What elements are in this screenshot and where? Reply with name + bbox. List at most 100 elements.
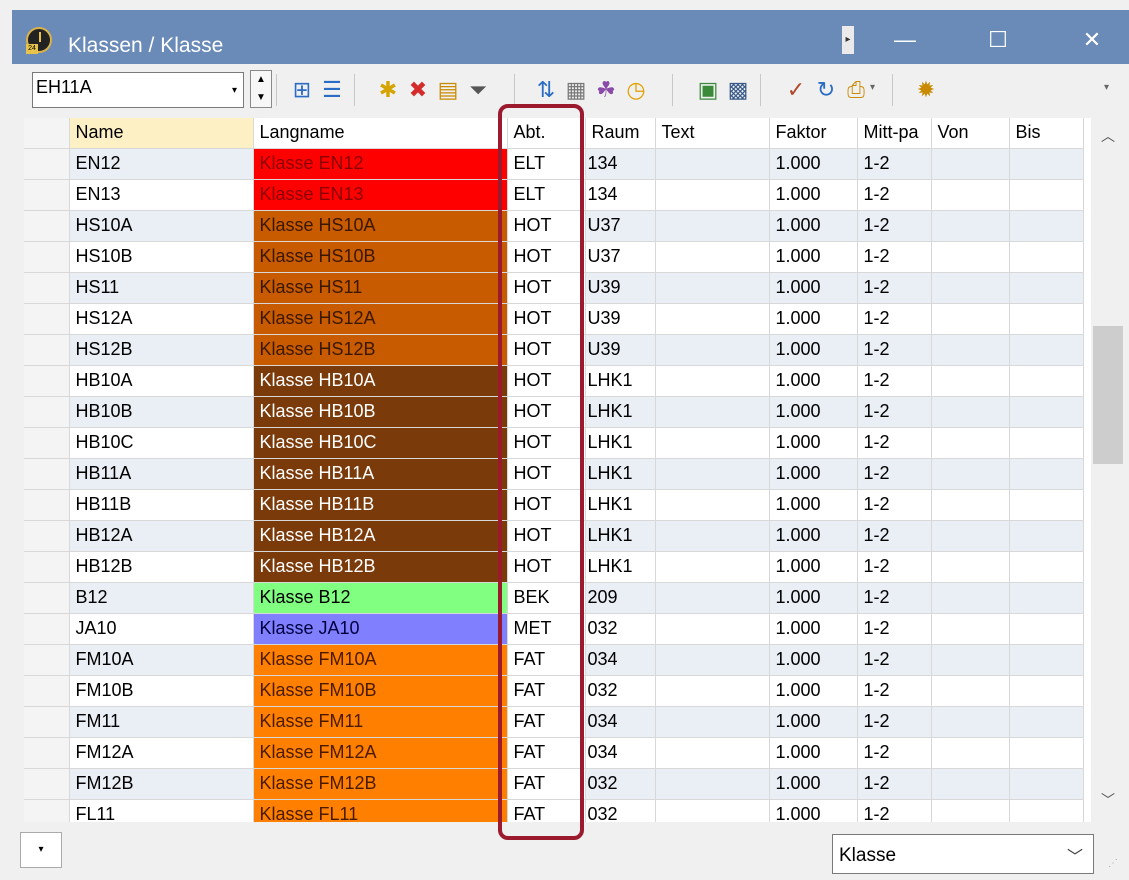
- close-button[interactable]: ✕: [1064, 20, 1120, 60]
- cell-raum[interactable]: U39: [585, 272, 656, 304]
- cell-von[interactable]: [931, 551, 1010, 583]
- cell-von[interactable]: [931, 365, 1010, 397]
- cell-bis[interactable]: [1009, 334, 1084, 366]
- row-indicator[interactable]: [24, 675, 70, 707]
- cell-text[interactable]: [655, 582, 770, 614]
- cell-bis[interactable]: [1009, 458, 1084, 490]
- cell-von[interactable]: [931, 427, 1010, 459]
- cell-langname[interactable]: Klasse FM11: [253, 706, 508, 738]
- field-layout-icon[interactable]: ▦: [562, 76, 590, 104]
- row-indicator[interactable]: [24, 179, 70, 211]
- row-indicator[interactable]: [24, 768, 70, 800]
- cell-mittpa[interactable]: 1-2: [857, 489, 932, 521]
- cell-mittpa[interactable]: 1-2: [857, 179, 932, 211]
- cell-name[interactable]: HS12B: [69, 334, 254, 366]
- cell-name[interactable]: EN12: [69, 148, 254, 180]
- cell-abt[interactable]: FAT: [507, 737, 586, 769]
- cell-text[interactable]: [655, 210, 770, 242]
- cell-abt[interactable]: BEK: [507, 582, 586, 614]
- cell-text[interactable]: [655, 551, 770, 583]
- cell-faktor[interactable]: 1.000: [769, 303, 858, 335]
- table-row[interactable]: FM10A Klasse FM10A FAT 034 1.000 1-2: [24, 644, 1084, 676]
- cell-abt[interactable]: ELT: [507, 148, 586, 180]
- table-row[interactable]: B12 Klasse B12 BEK 209 1.000 1-2: [24, 582, 1084, 614]
- cell-raum[interactable]: LHK1: [585, 551, 656, 583]
- cell-name[interactable]: HB11A: [69, 458, 254, 490]
- cell-mittpa[interactable]: 1-2: [857, 799, 932, 822]
- cell-bis[interactable]: [1009, 396, 1084, 428]
- print-dropdown-icon[interactable]: ▾: [870, 82, 875, 93]
- cell-bis[interactable]: [1009, 520, 1084, 552]
- table-row[interactable]: HB11B Klasse HB11B HOT LHK1 1.000 1-2: [24, 489, 1084, 521]
- cell-raum[interactable]: 032: [585, 768, 656, 800]
- cell-abt[interactable]: HOT: [507, 210, 586, 242]
- sort-icon[interactable]: ⇅: [532, 76, 560, 104]
- cell-abt[interactable]: FAT: [507, 675, 586, 707]
- cell-mittpa[interactable]: 1-2: [857, 334, 932, 366]
- cell-text[interactable]: [655, 334, 770, 366]
- minimize-button[interactable]: —: [877, 20, 933, 60]
- cell-abt[interactable]: HOT: [507, 334, 586, 366]
- table-row[interactable]: HS12A Klasse HS12A HOT U39 1.000 1-2: [24, 303, 1084, 335]
- cell-von[interactable]: [931, 179, 1010, 211]
- column-header-raum[interactable]: Raum: [585, 118, 656, 149]
- row-indicator[interactable]: [24, 613, 70, 645]
- cell-faktor[interactable]: 1.000: [769, 241, 858, 273]
- cell-abt[interactable]: MET: [507, 613, 586, 645]
- cell-von[interactable]: [931, 613, 1010, 645]
- cell-text[interactable]: [655, 303, 770, 335]
- cell-mittpa[interactable]: 1-2: [857, 706, 932, 738]
- cell-mittpa[interactable]: 1-2: [857, 737, 932, 769]
- row-indicator[interactable]: [24, 799, 70, 822]
- cell-text[interactable]: [655, 179, 770, 211]
- row-indicator[interactable]: [24, 241, 70, 273]
- cell-raum[interactable]: 032: [585, 799, 656, 822]
- cell-von[interactable]: [931, 706, 1010, 738]
- table-row[interactable]: FL11 Klasse FL11 FAT 032 1.000 1-2: [24, 799, 1084, 822]
- cell-name[interactable]: HS11: [69, 272, 254, 304]
- table-row[interactable]: HB10B Klasse HB10B HOT LHK1 1.000 1-2: [24, 396, 1084, 428]
- cell-raum[interactable]: 034: [585, 706, 656, 738]
- row-indicator[interactable]: [24, 148, 70, 180]
- cell-name[interactable]: HS12A: [69, 303, 254, 335]
- cell-faktor[interactable]: 1.000: [769, 458, 858, 490]
- cell-name[interactable]: FM12A: [69, 737, 254, 769]
- cell-raum[interactable]: LHK1: [585, 365, 656, 397]
- table-row[interactable]: HB10A Klasse HB10A HOT LHK1 1.000 1-2: [24, 365, 1084, 397]
- cell-von[interactable]: [931, 458, 1010, 490]
- cell-langname[interactable]: Klasse FM12A: [253, 737, 508, 769]
- cell-raum[interactable]: 034: [585, 737, 656, 769]
- spin-up-button[interactable]: ▲: [251, 71, 271, 89]
- cell-faktor[interactable]: 1.000: [769, 613, 858, 645]
- cell-bis[interactable]: [1009, 210, 1084, 242]
- cell-abt[interactable]: FAT: [507, 644, 586, 676]
- cell-text[interactable]: [655, 427, 770, 459]
- cell-name[interactable]: EN13: [69, 179, 254, 211]
- row-indicator[interactable]: [24, 520, 70, 552]
- cell-text[interactable]: [655, 706, 770, 738]
- cell-mittpa[interactable]: 1-2: [857, 675, 932, 707]
- cell-langname[interactable]: Klasse HB12A: [253, 520, 508, 552]
- cell-abt[interactable]: FAT: [507, 768, 586, 800]
- column-header-von[interactable]: Von: [931, 118, 1010, 149]
- table-row[interactable]: FM12B Klasse FM12B FAT 032 1.000 1-2: [24, 768, 1084, 800]
- cell-von[interactable]: [931, 334, 1010, 366]
- cell-von[interactable]: [931, 272, 1010, 304]
- cell-mittpa[interactable]: 1-2: [857, 365, 932, 397]
- cell-faktor[interactable]: 1.000: [769, 179, 858, 211]
- cell-langname[interactable]: Klasse HS12B: [253, 334, 508, 366]
- cell-abt[interactable]: HOT: [507, 458, 586, 490]
- cell-raum[interactable]: 209: [585, 582, 656, 614]
- cell-von[interactable]: [931, 148, 1010, 180]
- cell-von[interactable]: [931, 396, 1010, 428]
- cell-mittpa[interactable]: 1-2: [857, 613, 932, 645]
- cell-langname[interactable]: Klasse HB11A: [253, 458, 508, 490]
- column-header-faktor[interactable]: Faktor: [769, 118, 858, 149]
- row-indicator[interactable]: [24, 582, 70, 614]
- cell-bis[interactable]: [1009, 737, 1084, 769]
- cell-name[interactable]: FL11: [69, 799, 254, 822]
- table-row[interactable]: FM12A Klasse FM12A FAT 034 1.000 1-2: [24, 737, 1084, 769]
- spin-down-button[interactable]: ▼: [251, 89, 271, 107]
- cell-raum[interactable]: U37: [585, 241, 656, 273]
- cell-bis[interactable]: [1009, 768, 1084, 800]
